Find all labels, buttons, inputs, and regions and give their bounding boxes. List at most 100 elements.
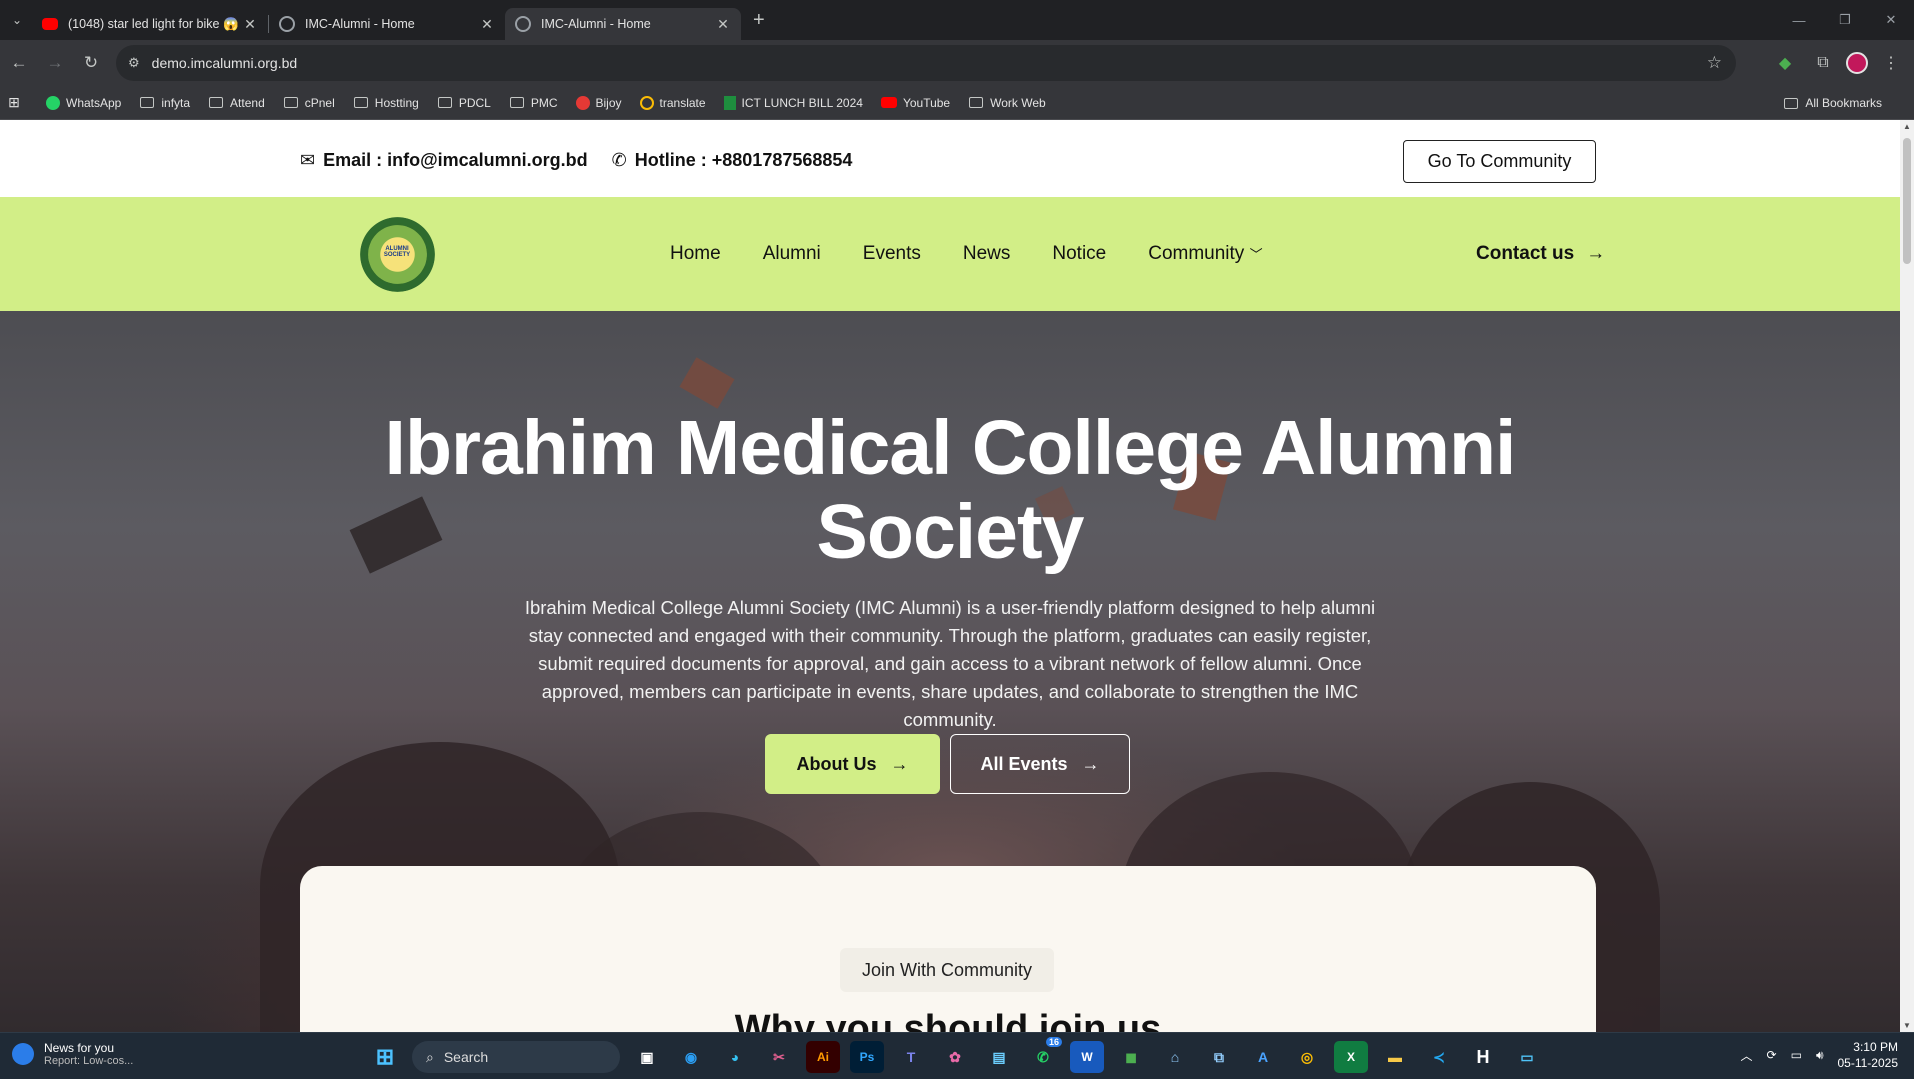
excel-icon[interactable]: X <box>1334 1041 1368 1073</box>
news-widget[interactable]: News for you Report: Low-cos... <box>12 1041 133 1067</box>
volume-icon[interactable]: 🔊︎ <box>1816 1048 1824 1063</box>
scroll-up-icon[interactable]: ▲ <box>1903 122 1911 131</box>
tab-search-chevron-icon[interactable]: ⌄ <box>2 5 32 35</box>
bookmark-whatsapp[interactable]: WhatsApp <box>46 95 121 110</box>
vscode-icon[interactable]: ≺ <box>1422 1041 1456 1073</box>
email-text[interactable]: Email : info@imcalumni.org.bd <box>323 150 588 171</box>
apps-grid-icon[interactable]: ⊞ <box>6 94 28 110</box>
folder-icon <box>437 97 452 108</box>
back-arrow-icon[interactable]: ← <box>2 46 36 80</box>
teams-icon[interactable]: T <box>894 1041 928 1073</box>
bookmark-translate[interactable]: translate <box>639 95 706 110</box>
main-navbar: ALUMNI SOCIETY Home Alumni Events News N… <box>0 197 1900 311</box>
network-app-icon[interactable]: ⌂ <box>1158 1041 1192 1073</box>
copilot-icon[interactable]: ✿ <box>938 1041 972 1073</box>
nav-news[interactable]: News <box>963 243 1011 265</box>
word-icon[interactable]: W <box>1070 1041 1104 1073</box>
nav-community[interactable]: Community ﹀ <box>1148 243 1262 265</box>
all-events-button[interactable]: All Events → <box>950 734 1130 794</box>
bookmark-youtube[interactable]: YouTube <box>880 96 950 110</box>
close-icon[interactable]: ✕ <box>242 16 258 33</box>
reload-icon[interactable]: ↻ <box>74 46 108 80</box>
bookmark-star-icon[interactable]: ☆ <box>1707 53 1722 73</box>
forward-arrow-icon[interactable]: → <box>38 46 72 80</box>
nav-home[interactable]: Home <box>670 243 721 265</box>
window-controls: — ❐ ✕ <box>1776 0 1914 40</box>
globe-icon <box>515 16 531 32</box>
address-bar[interactable]: ⚙ demo.imcalumni.org.bd ☆ <box>116 45 1736 81</box>
browser-tab-imc-active[interactable]: IMC-Alumni - Home ✕ <box>505 8 741 40</box>
nav-notice[interactable]: Notice <box>1052 243 1106 265</box>
tab-strip: ⌄ (1048) star led light for bike 😱 ✕ IMC… <box>0 0 1914 40</box>
remote-desktop-icon[interactable]: ⧉ <box>1202 1041 1236 1073</box>
restore-icon[interactable]: ❐ <box>1822 0 1868 40</box>
close-icon[interactable]: ✕ <box>715 16 731 33</box>
close-icon[interactable]: ✕ <box>479 16 495 33</box>
app-store-icon[interactable]: A <box>1246 1041 1280 1073</box>
extension-icon[interactable]: ◆ <box>1770 46 1800 80</box>
system-tray: ︿ ⟳ ▭ 🔊︎ 3:10 PM 05-11-2025 <box>1741 1039 1898 1071</box>
minimize-icon[interactable]: — <box>1776 0 1822 40</box>
bookmark-hostting[interactable]: Hostting <box>353 96 419 110</box>
sync-icon[interactable]: ⟳ <box>1767 1048 1777 1062</box>
network-icon[interactable]: ▭ <box>1791 1048 1802 1062</box>
more-menu-icon[interactable]: ⋮ <box>1876 46 1906 80</box>
sheets-icon <box>723 95 736 110</box>
taskbar-search[interactable]: ⌕ Search <box>412 1041 620 1073</box>
windows-start-icon[interactable]: ⊞ <box>368 1041 402 1073</box>
close-window-icon[interactable]: ✕ <box>1868 0 1914 40</box>
about-us-button[interactable]: About Us → <box>765 734 940 794</box>
photoshop-icon[interactable]: Ps <box>850 1041 884 1073</box>
browser-tab-imc-1[interactable]: IMC-Alumni - Home ✕ <box>269 8 505 40</box>
globe-icon <box>279 16 295 32</box>
hero-description: Ibrahim Medical College Alumni Society (… <box>524 597 1376 730</box>
all-bookmarks[interactable]: All Bookmarks <box>1783 96 1882 110</box>
phone-icon: ✆ <box>611 150 627 170</box>
contact-us-link[interactable]: Contact us → <box>1476 243 1605 265</box>
site-info-icon[interactable]: ⚙ <box>128 55 140 71</box>
edge-alt-icon[interactable]: ◉ <box>674 1041 708 1073</box>
alumni-society-logo[interactable]: ALUMNI SOCIETY <box>360 217 435 292</box>
browser-tab-youtube[interactable]: (1048) star led light for bike 😱 ✕ <box>32 8 268 40</box>
chevron-up-icon[interactable]: ︿ <box>1741 1047 1753 1064</box>
nav-events[interactable]: Events <box>863 243 921 265</box>
h-app-icon[interactable]: H <box>1466 1041 1500 1073</box>
join-community-card: Join With Community Why you should join … <box>300 866 1596 1032</box>
bookmark-cpnel[interactable]: cPnel <box>283 96 335 110</box>
nav-alumni[interactable]: Alumni <box>763 243 821 265</box>
bookmark-work-web[interactable]: Work Web <box>968 96 1046 110</box>
new-tab-plus-icon[interactable]: + <box>753 9 765 32</box>
bookmark-pmc[interactable]: PMC <box>509 96 558 110</box>
bookmark-pdcl[interactable]: PDCL <box>437 96 491 110</box>
url-text: demo.imcalumni.org.bd <box>151 55 298 71</box>
task-view-icon[interactable]: ▣ <box>630 1041 664 1073</box>
youtube-icon <box>42 18 58 30</box>
monitor-app-icon[interactable]: ▭ <box>1510 1041 1544 1073</box>
nav-menu: Home Alumni Events News Notice Community… <box>670 243 1263 265</box>
bookmark-attend[interactable]: Attend <box>208 96 265 110</box>
puzzle-extensions-icon[interactable]: ⧉ <box>1808 46 1838 80</box>
file-explorer-icon[interactable]: ▬ <box>1378 1041 1412 1073</box>
folder-icon <box>283 97 298 108</box>
hotline-text[interactable]: Hotline : +8801787568854 <box>635 150 853 171</box>
bookmark-ict-lunch[interactable]: ICT LUNCH BILL 2024 <box>723 95 863 110</box>
tab-title: (1048) star led light for bike 😱 <box>68 16 239 31</box>
go-to-community-button[interactable]: Go To Community <box>1403 140 1596 183</box>
chrome-icon[interactable]: ◎ <box>1290 1041 1324 1073</box>
illustrator-icon[interactable]: Ai <box>806 1041 840 1073</box>
scrollbar-thumb[interactable] <box>1903 138 1911 264</box>
chevron-down-icon: ﹀ <box>1249 247 1263 262</box>
clock[interactable]: 3:10 PM 05-11-2025 <box>1838 1039 1899 1071</box>
page-scrollbar[interactable]: ▲ ▼ <box>1900 120 1914 1032</box>
whatsapp-icon[interactable]: ✆ 16 <box>1026 1037 1062 1073</box>
bookmark-bijoy[interactable]: Bijoy <box>575 95 622 110</box>
bookmark-infyta[interactable]: infyta <box>139 96 190 110</box>
profile-avatar[interactable] <box>1846 52 1868 74</box>
photos-icon[interactable]: ▤ <box>982 1041 1016 1073</box>
edge-icon[interactable]: ◕ <box>718 1041 752 1073</box>
snipping-tool-icon[interactable]: ✂ <box>762 1041 796 1073</box>
app-green-icon[interactable]: ◼ <box>1114 1041 1148 1073</box>
scroll-down-icon[interactable]: ▼ <box>1903 1021 1911 1030</box>
logo-text: ALUMNI SOCIETY <box>383 246 411 258</box>
mail-icon: ✉ <box>300 150 316 170</box>
